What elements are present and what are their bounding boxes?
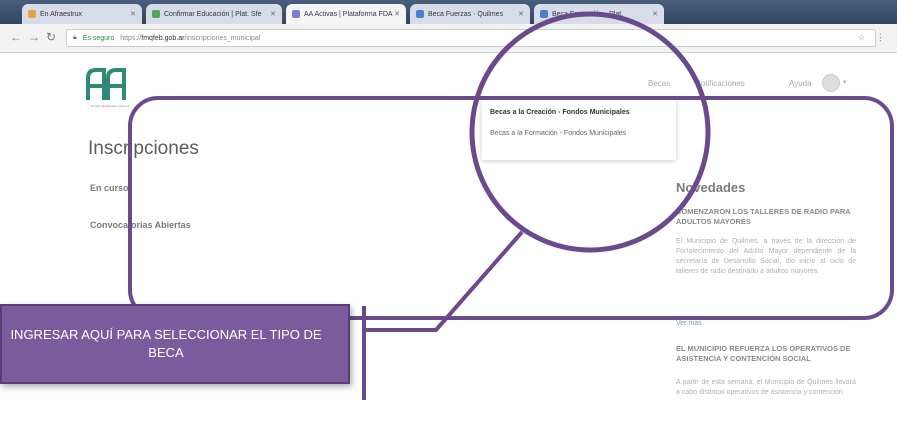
reload-icon[interactable]: ↻ <box>46 30 56 44</box>
nav-ayuda[interactable]: Ayuda <box>789 79 812 88</box>
page-title: Inscripciones <box>88 138 199 159</box>
news-body: El Municipio de Quilmes, a través de la … <box>676 238 856 275</box>
annotation-callout: INGRESAR AQUÍ PARA SELECCIONAR EL TIPO D… <box>0 304 350 384</box>
address-bar[interactable]: 🔒︎ Es seguro https:// fmqfeb.gob.ar /ins… <box>66 29 876 47</box>
forward-icon[interactable]: → <box>28 30 40 44</box>
close-icon[interactable]: ✕ <box>652 10 658 18</box>
tab-favicon-icon <box>152 10 160 18</box>
news-headline[interactable]: EL MUNICIPIO REFUERZA LOS OPERATIVOS DE … <box>676 344 856 364</box>
tab-favicon-icon <box>28 10 36 18</box>
browser-tab[interactable]: Confirmar Educación | Plat. Sfe ✕ <box>146 4 282 24</box>
news-headline[interactable]: COMENZARON LOS TALLERES DE RADIO PARA AD… <box>676 207 856 227</box>
browser-tab[interactable]: En Afraestrux ✕ <box>22 4 142 24</box>
back-icon[interactable]: ← <box>10 30 22 44</box>
nav-becas[interactable]: Becas <box>648 79 670 88</box>
menu-item-becas-creacion[interactable]: Becas a la Creación - Fondos Municipales <box>490 109 630 116</box>
tab-favicon-icon <box>292 10 300 18</box>
menu-item-becas-formacion[interactable]: Becas a la Formación - Fondos Municipale… <box>490 130 626 137</box>
menu-icon[interactable]: ⋮ <box>876 32 885 43</box>
url-path: /inscripciones_municipal <box>184 34 261 42</box>
link-convocatorias-abiertas[interactable]: Convocatorias Abiertas <box>90 220 191 230</box>
pointer-line <box>366 230 524 332</box>
chevron-down-icon[interactable]: ▾ <box>843 78 847 86</box>
url-host: fmqfeb.gob.ar <box>141 34 185 42</box>
browser-tab[interactable]: Beca Formación · Plat. ✕ <box>534 4 664 24</box>
news-title: Novedades <box>676 180 746 195</box>
avatar[interactable] <box>822 74 840 92</box>
becas-dropdown-menu: Becas a la Creación - Fondos Municipales… <box>482 100 676 160</box>
logo-text: Fondos Municipales Quilmes <box>90 104 130 108</box>
browser-tab[interactable]: Beca Fuerzas · Quilmes ✕ <box>410 4 530 24</box>
secure-label: Es seguro <box>82 34 115 42</box>
close-icon[interactable]: ✕ <box>394 10 400 18</box>
close-icon[interactable]: ✕ <box>270 10 276 18</box>
nav-notificaciones[interactable]: Notificaciones <box>695 79 745 88</box>
close-icon[interactable]: ✕ <box>518 10 524 18</box>
star-icon[interactable]: ☆ <box>858 33 865 42</box>
tab-favicon-icon <box>540 10 548 18</box>
close-icon[interactable]: ✕ <box>130 10 136 18</box>
lock-icon: 🔒︎ <box>73 34 77 41</box>
site-logo[interactable] <box>84 62 130 108</box>
browser-tab-active[interactable]: AA Activas | Plataforma FDA ✕ <box>286 4 406 24</box>
link-en-curso[interactable]: En curso <box>90 183 129 193</box>
tab-favicon-icon <box>416 10 424 18</box>
news-body: A partir de esta semana, el Municipio de… <box>676 379 856 396</box>
url-prefix: https:// <box>120 34 142 42</box>
read-more-link[interactable]: Ver más <box>676 320 702 327</box>
